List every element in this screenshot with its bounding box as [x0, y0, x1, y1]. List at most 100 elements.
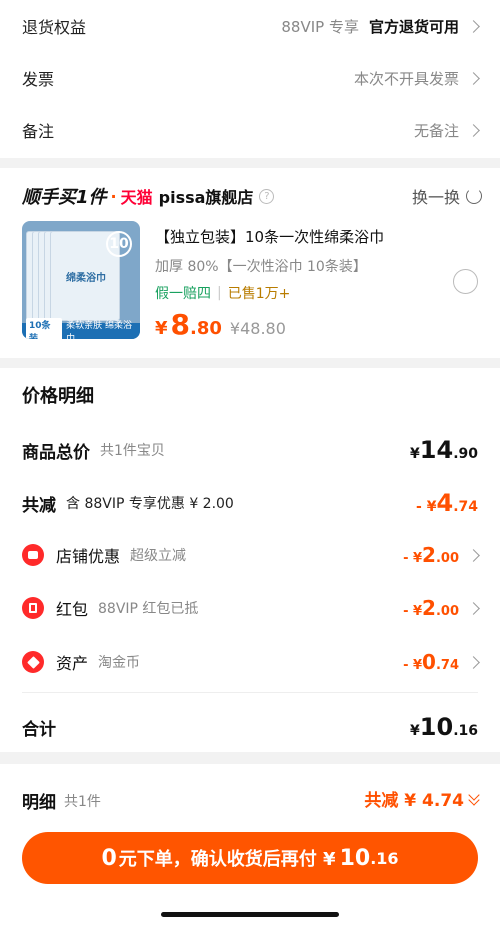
currency: - ¥: [403, 551, 423, 566]
saving-toggle[interactable]: 共减 ¥ 4.74: [364, 786, 480, 811]
product-tags: 假一赔四 | 已售1万+: [155, 283, 290, 303]
discount-amount: - ¥ 4 .74: [416, 489, 478, 517]
store-header: 顺手买1件 · 天猫 pissa旗舰店 ?: [22, 182, 275, 210]
price-detail-title: 价格明细: [22, 386, 94, 407]
grand-total-amount: ¥ 10 .16: [410, 713, 478, 741]
order-options-card: 退货权益 88VIP 专享 官方退货可用 发票 本次不开具发票 备注 无备注: [0, 0, 500, 158]
addon-brand: 顺手买1件: [22, 187, 107, 208]
price-integer: 8: [170, 308, 191, 341]
goods-total-label: 商品总价: [22, 442, 90, 463]
currency: ¥: [410, 446, 420, 462]
thumb-product-name: 绵柔浴巾: [66, 273, 106, 284]
amount-decimal: .74: [435, 658, 459, 673]
amount-integer: 2: [422, 543, 436, 567]
grand-total-label: 合计: [22, 719, 56, 740]
return-rights-value: 官方退货可用: [368, 17, 459, 36]
remark-label: 备注: [22, 122, 55, 141]
chevron-right-icon: [467, 71, 480, 85]
product-price: ¥ 8 .80 ¥48.80: [155, 308, 286, 341]
shop-discount-sub: 超级立减: [130, 548, 187, 564]
assets-sub: 淘金币: [98, 655, 141, 671]
detail-count: 共1件: [64, 793, 101, 810]
red-packet-icon: [22, 597, 44, 619]
cta-amount-dec: .16: [370, 848, 399, 868]
discount-total-row: 共减 含 88VIP 专享优惠 ¥ 2.00 - ¥ 4 .74: [0, 486, 500, 520]
cta-amount-int: 10: [339, 845, 371, 871]
swap-label: 换一换: [411, 188, 460, 207]
return-rights-row[interactable]: 退货权益 88VIP 专享 官方退货可用: [0, 0, 500, 52]
currency: - ¥: [416, 499, 437, 515]
amount-decimal: .00: [435, 604, 459, 619]
submit-order-button[interactable]: 0 元下单，确认收货后再付 ¥ 10 .16: [22, 832, 478, 884]
price-currency: ¥: [155, 318, 168, 339]
goods-total-amount: ¥ 14 .90: [410, 436, 478, 464]
chevron-right-icon: [467, 19, 480, 33]
assets-amount: - ¥ 0 .74: [403, 650, 459, 674]
shop-discount-amount: - ¥ 2 .00: [403, 543, 459, 567]
coin-tag-icon: [22, 651, 44, 673]
chevron-right-icon: [467, 601, 480, 615]
discount-note: 含 88VIP 专享优惠 ¥ 2.00: [66, 496, 234, 512]
cta-text: 元下单，确认收货后再付 ¥: [118, 849, 336, 870]
chevron-right-icon: [467, 123, 480, 137]
grand-total-row: 合计 ¥ 10 .16: [0, 710, 500, 744]
red-packet-sub: 88VIP 红包已抵: [98, 601, 199, 617]
home-indicator: [161, 912, 339, 917]
thumb-caption: 柔软亲肤 绵柔浴巾: [66, 321, 132, 339]
amount-integer: 0: [422, 650, 436, 674]
currency: ¥: [410, 723, 420, 739]
remark-row[interactable]: 备注 无备注: [0, 104, 500, 156]
amount-decimal: .00: [435, 551, 459, 566]
divider: [22, 692, 478, 693]
shop-name[interactable]: pissa旗舰店: [159, 184, 254, 208]
original-price: ¥48.80: [229, 319, 286, 338]
product-title[interactable]: 【独立包装】10条一次性绵柔浴巾: [155, 226, 384, 247]
chevron-right-icon: [467, 655, 480, 669]
saving-amount: 共减 ¥ 4.74: [364, 791, 464, 811]
tag-separator: |: [217, 285, 222, 301]
amount-decimal: .74: [453, 499, 478, 515]
amount-decimal: .16: [453, 723, 478, 739]
return-rights-vip: 88VIP 专享: [281, 17, 359, 36]
sold-count: 已售1万+: [227, 286, 291, 302]
separator-dot: ·: [110, 186, 117, 206]
question-icon[interactable]: ?: [259, 188, 275, 204]
thumb-badge: 10条装: [26, 318, 63, 339]
price-decimal: .80: [190, 318, 222, 339]
red-packet-amount: - ¥ 2 .00: [403, 596, 459, 620]
invoice-label: 发票: [22, 70, 55, 89]
assets-label: 资产: [56, 654, 89, 673]
chevron-right-icon: [467, 548, 480, 562]
goods-total-row: 商品总价 共1件宝贝 ¥ 14 .90: [0, 433, 500, 467]
invoice-row[interactable]: 发票 本次不开具发票: [0, 52, 500, 104]
tmall-logo: 天猫: [120, 188, 153, 207]
swap-button[interactable]: 换一换: [412, 184, 482, 208]
detail-summary[interactable]: 明细 共1件: [22, 788, 101, 813]
remark-value: 无备注: [413, 121, 459, 140]
shop-icon: [22, 544, 44, 566]
cta-zero: 0: [101, 845, 117, 871]
product-thumbnail[interactable]: 绵柔浴巾 10 10条装 柔软亲肤 绵柔浴巾: [22, 221, 140, 339]
currency: - ¥: [403, 658, 423, 673]
refresh-icon: [466, 188, 482, 204]
product-subtitle: 加厚 80%【一次性浴巾 10条装】: [155, 259, 367, 275]
amount-integer: 2: [422, 596, 436, 620]
discount-label: 共减: [22, 495, 56, 516]
red-packet-row[interactable]: 红包 88VIP 红包已抵 - ¥ 2 .00: [0, 593, 500, 623]
return-rights-label: 退货权益: [22, 18, 87, 37]
amount-integer: 4: [436, 489, 454, 517]
amount-integer: 10: [419, 713, 454, 741]
detail-label: 明细: [22, 793, 56, 813]
shop-discount-label: 店铺优惠: [56, 547, 121, 566]
goods-count: 共1件宝贝: [100, 443, 165, 459]
red-packet-label: 红包: [56, 600, 89, 619]
thumb-caption-bar: 10条装 柔软亲肤 绵柔浴巾: [22, 318, 140, 339]
thumb-count: 10: [106, 231, 132, 257]
double-chevron-down-icon: [468, 788, 480, 806]
amount-integer: 14: [419, 436, 454, 464]
select-radio[interactable]: [453, 269, 478, 294]
amount-decimal: .90: [453, 446, 478, 462]
shop-discount-row[interactable]: 店铺优惠 超级立减 - ¥ 2 .00: [0, 540, 500, 570]
assets-row[interactable]: 资产 淘金币 - ¥ 0 .74: [0, 647, 500, 677]
invoice-value: 本次不开具发票: [353, 69, 459, 88]
